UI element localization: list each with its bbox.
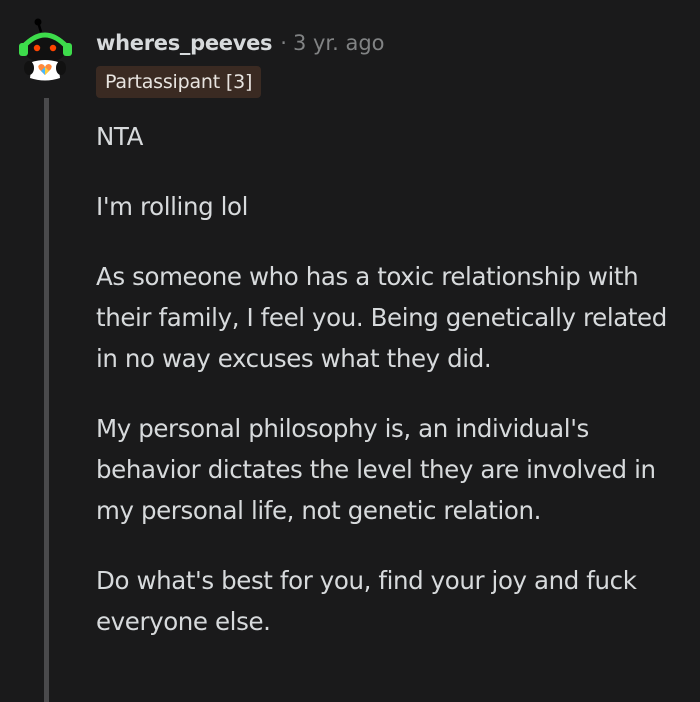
meta-separator: · xyxy=(280,31,287,55)
user-avatar[interactable] xyxy=(16,18,78,84)
snoo-avatar-icon xyxy=(19,18,72,81)
comment-paragraph: As someone who has a toxic relationship … xyxy=(96,262,667,373)
comment-timestamp[interactable]: 3 yr. ago xyxy=(293,31,385,55)
comment-body: NTA I'm rolling lol As someone who has a… xyxy=(96,116,686,671)
comment-paragraph: NTA xyxy=(96,122,143,151)
username-link[interactable]: wheres_peeves xyxy=(96,31,273,55)
comment: wheres_peeves · 3 yr. ago Partassipant [… xyxy=(0,0,700,702)
comment-header: wheres_peeves · 3 yr. ago xyxy=(96,28,385,58)
comment-paragraph: My personal philosophy is, an individual… xyxy=(96,414,656,525)
comment-paragraph: I'm rolling lol xyxy=(96,192,249,221)
user-flair: Partassipant [3] xyxy=(96,66,262,98)
comment-paragraph: Do what's best for you, find your joy an… xyxy=(96,566,637,636)
thread-collapse-line[interactable] xyxy=(44,98,49,702)
